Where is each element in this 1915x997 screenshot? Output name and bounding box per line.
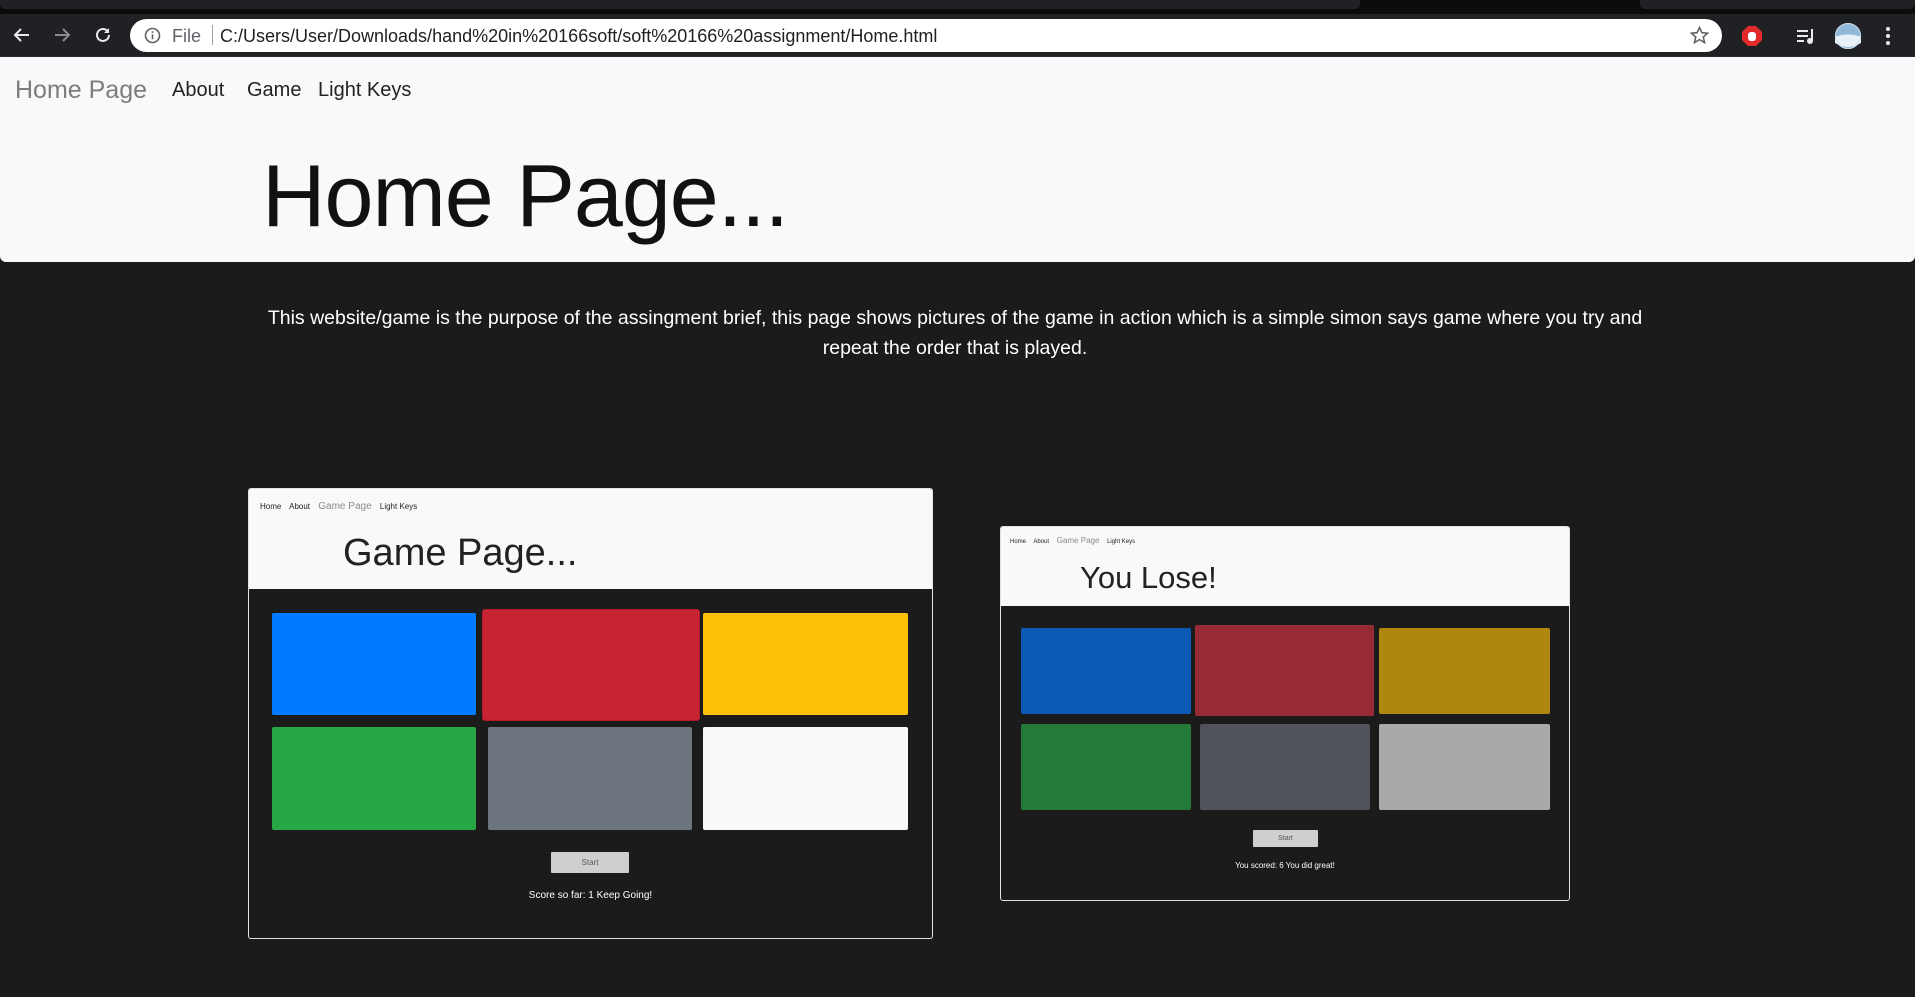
screenshot-score-text: Score so far: 1 Keep Going! bbox=[528, 890, 653, 901]
screenshot-nav-about: About bbox=[1033, 539, 1050, 545]
adblock-extension-button[interactable] bbox=[1738, 22, 1766, 50]
screenshot-title: Game Page... bbox=[343, 532, 578, 574]
screenshot-nav-game: Game Page bbox=[1056, 536, 1100, 545]
screenshot-nav-home: Home bbox=[260, 502, 282, 511]
reload-icon bbox=[96, 27, 110, 42]
reload-button[interactable] bbox=[86, 18, 120, 52]
browser-toolbar: File C:/Users/User/Downloads/hand%20in%2… bbox=[0, 14, 1915, 57]
screenshot-nav-light-keys: Light Keys bbox=[379, 502, 418, 511]
back-arrow-icon bbox=[13, 28, 29, 42]
profile-button[interactable] bbox=[1834, 22, 1862, 50]
url-text[interactable]: C:/Users/User/Downloads/hand%20in%20166s… bbox=[220, 26, 937, 47]
screenshot-nav: Home About Game Page Light Keys bbox=[1010, 536, 1141, 545]
info-icon[interactable] bbox=[144, 27, 161, 44]
screenshot-nav-about: About bbox=[289, 502, 311, 511]
white-tile bbox=[703, 727, 908, 830]
you-lose-screenshot: Home About Game Page Light Keys You Lose… bbox=[1000, 526, 1570, 901]
intro-paragraph: This website/game is the purpose of the … bbox=[267, 307, 1643, 359]
forward-arrow-icon bbox=[55, 28, 71, 42]
address-bar[interactable]: File C:/Users/User/Downloads/hand%20in%2… bbox=[130, 19, 1722, 52]
browser-tab-strip bbox=[0, 0, 1915, 14]
menu-dots-icon bbox=[1886, 27, 1890, 45]
nav-link-light-keys[interactable]: Light Keys bbox=[318, 79, 411, 102]
yellow-tile bbox=[703, 613, 908, 715]
browser-menu-button[interactable] bbox=[1874, 22, 1902, 50]
profile-avatar-icon bbox=[1835, 23, 1861, 49]
green-tile bbox=[1021, 724, 1191, 810]
navbar-brand[interactable]: Home Page bbox=[15, 76, 147, 105]
back-button[interactable] bbox=[5, 18, 39, 52]
screenshot-nav: Home About Game Page Light Keys bbox=[260, 501, 423, 512]
screenshot-title: You Lose! bbox=[1080, 560, 1217, 595]
inactive-tab[interactable] bbox=[1640, 0, 1915, 9]
screenshot-nav-game: Game Page bbox=[318, 501, 372, 512]
active-tab[interactable] bbox=[0, 0, 1360, 9]
yellow-tile bbox=[1379, 628, 1550, 714]
red-tile bbox=[483, 610, 699, 720]
star-icon[interactable] bbox=[1689, 25, 1710, 46]
grey-tile bbox=[1200, 724, 1370, 810]
nav-link-game[interactable]: Game bbox=[247, 79, 301, 102]
screenshot-start-button: Start bbox=[1253, 830, 1318, 847]
forward-button[interactable] bbox=[45, 18, 79, 52]
blue-tile bbox=[1021, 628, 1191, 714]
white-tile bbox=[1379, 724, 1550, 810]
nav-link-about[interactable]: About bbox=[172, 79, 224, 102]
media-control-button[interactable] bbox=[1792, 22, 1820, 50]
screenshot-nav-home: Home bbox=[1010, 539, 1027, 545]
red-tile bbox=[1195, 625, 1374, 716]
url-scheme: File bbox=[172, 26, 202, 46]
grey-tile bbox=[488, 727, 692, 830]
blue-tile bbox=[272, 613, 476, 715]
screenshot-header: Home About Game Page Light Keys You Lose… bbox=[1001, 527, 1569, 606]
green-tile bbox=[272, 727, 476, 830]
url-separator bbox=[212, 25, 213, 45]
screenshot-nav-light-keys: Light Keys bbox=[1107, 539, 1136, 545]
game-page-screenshot: Home About Game Page Light Keys Game Pag… bbox=[248, 488, 933, 939]
site-header: Home Page About Game Light Keys Home Pag… bbox=[0, 57, 1915, 262]
screenshot-score-text: You scored: 6 You did great! bbox=[1235, 861, 1335, 870]
screenshot-start-button: Start bbox=[551, 852, 629, 873]
page-title: Home Page... bbox=[262, 146, 789, 245]
screenshot-header: Home About Game Page Light Keys Game Pag… bbox=[249, 489, 932, 589]
adblock-icon bbox=[1742, 26, 1762, 46]
media-playlist-icon bbox=[1797, 29, 1813, 44]
